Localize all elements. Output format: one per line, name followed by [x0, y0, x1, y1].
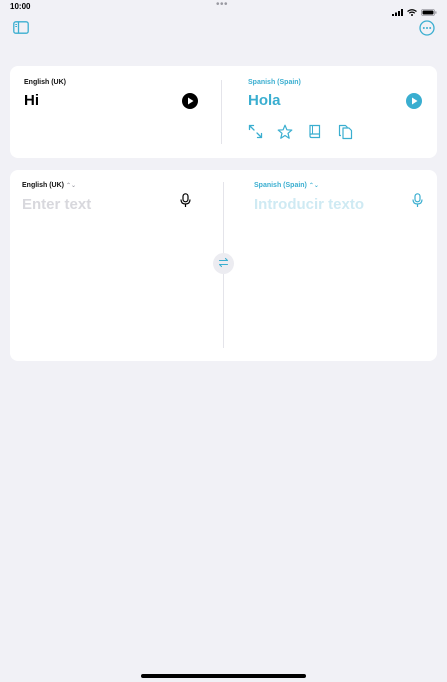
- target-text-input[interactable]: [254, 194, 404, 214]
- translation-input-card: English (UK) ⌃⌄ Spanish (Spain) ⌃⌄: [10, 170, 437, 361]
- play-source-button[interactable]: [182, 93, 198, 109]
- status-icons: [392, 3, 437, 21]
- source-language-label: English (UK): [22, 182, 64, 189]
- expand-button[interactable]: [247, 124, 263, 144]
- microphone-icon: [179, 193, 191, 213]
- ellipsis-circle-icon: [419, 19, 435, 41]
- source-text-input[interactable]: [22, 194, 172, 214]
- target-language-picker[interactable]: Spanish (Spain) ⌃⌄: [254, 182, 319, 189]
- copy-button[interactable]: [337, 124, 353, 145]
- status-bar: 10:00 •••: [0, 0, 447, 16]
- status-time: 10:00: [10, 2, 31, 11]
- chevron-up-down-icon: ⌃⌄: [308, 183, 319, 189]
- play-icon: [187, 92, 194, 110]
- star-icon: [277, 124, 293, 145]
- wifi-icon: [407, 3, 417, 21]
- battery-icon: [421, 3, 437, 21]
- target-microphone-button[interactable]: [410, 193, 424, 213]
- book-icon: [308, 124, 322, 144]
- play-target-button[interactable]: [406, 93, 422, 109]
- source-language-picker[interactable]: English (UK) ⌃⌄: [22, 182, 76, 189]
- favorite-button[interactable]: [277, 124, 293, 145]
- copy-icon: [338, 124, 353, 145]
- chevron-up-down-icon: ⌃⌄: [66, 183, 77, 189]
- result-source-language: English (UK): [24, 79, 66, 86]
- expand-icon: [248, 124, 263, 144]
- cellular-signal-icon: [392, 3, 403, 21]
- result-target-text[interactable]: Hola: [248, 92, 281, 109]
- sidebar-icon: [13, 21, 29, 39]
- result-divider: [221, 80, 222, 144]
- result-source-text[interactable]: Hi: [24, 92, 39, 109]
- translation-result-card: English (UK) Hi Spanish (Spain) Hola: [10, 66, 437, 158]
- multitasking-dots[interactable]: •••: [216, 0, 228, 10]
- home-indicator[interactable]: [141, 674, 306, 678]
- target-language-label: Spanish (Spain): [254, 182, 307, 189]
- microphone-icon: [411, 193, 423, 213]
- result-target-language: Spanish (Spain): [248, 79, 301, 86]
- more-options-button[interactable]: [418, 19, 436, 41]
- swap-arrows-icon: [218, 255, 229, 273]
- source-microphone-button[interactable]: [178, 193, 192, 213]
- play-icon: [411, 92, 418, 110]
- sidebar-toggle-button[interactable]: [12, 21, 30, 39]
- dictionary-button[interactable]: [307, 124, 323, 144]
- swap-languages-button[interactable]: [213, 253, 234, 274]
